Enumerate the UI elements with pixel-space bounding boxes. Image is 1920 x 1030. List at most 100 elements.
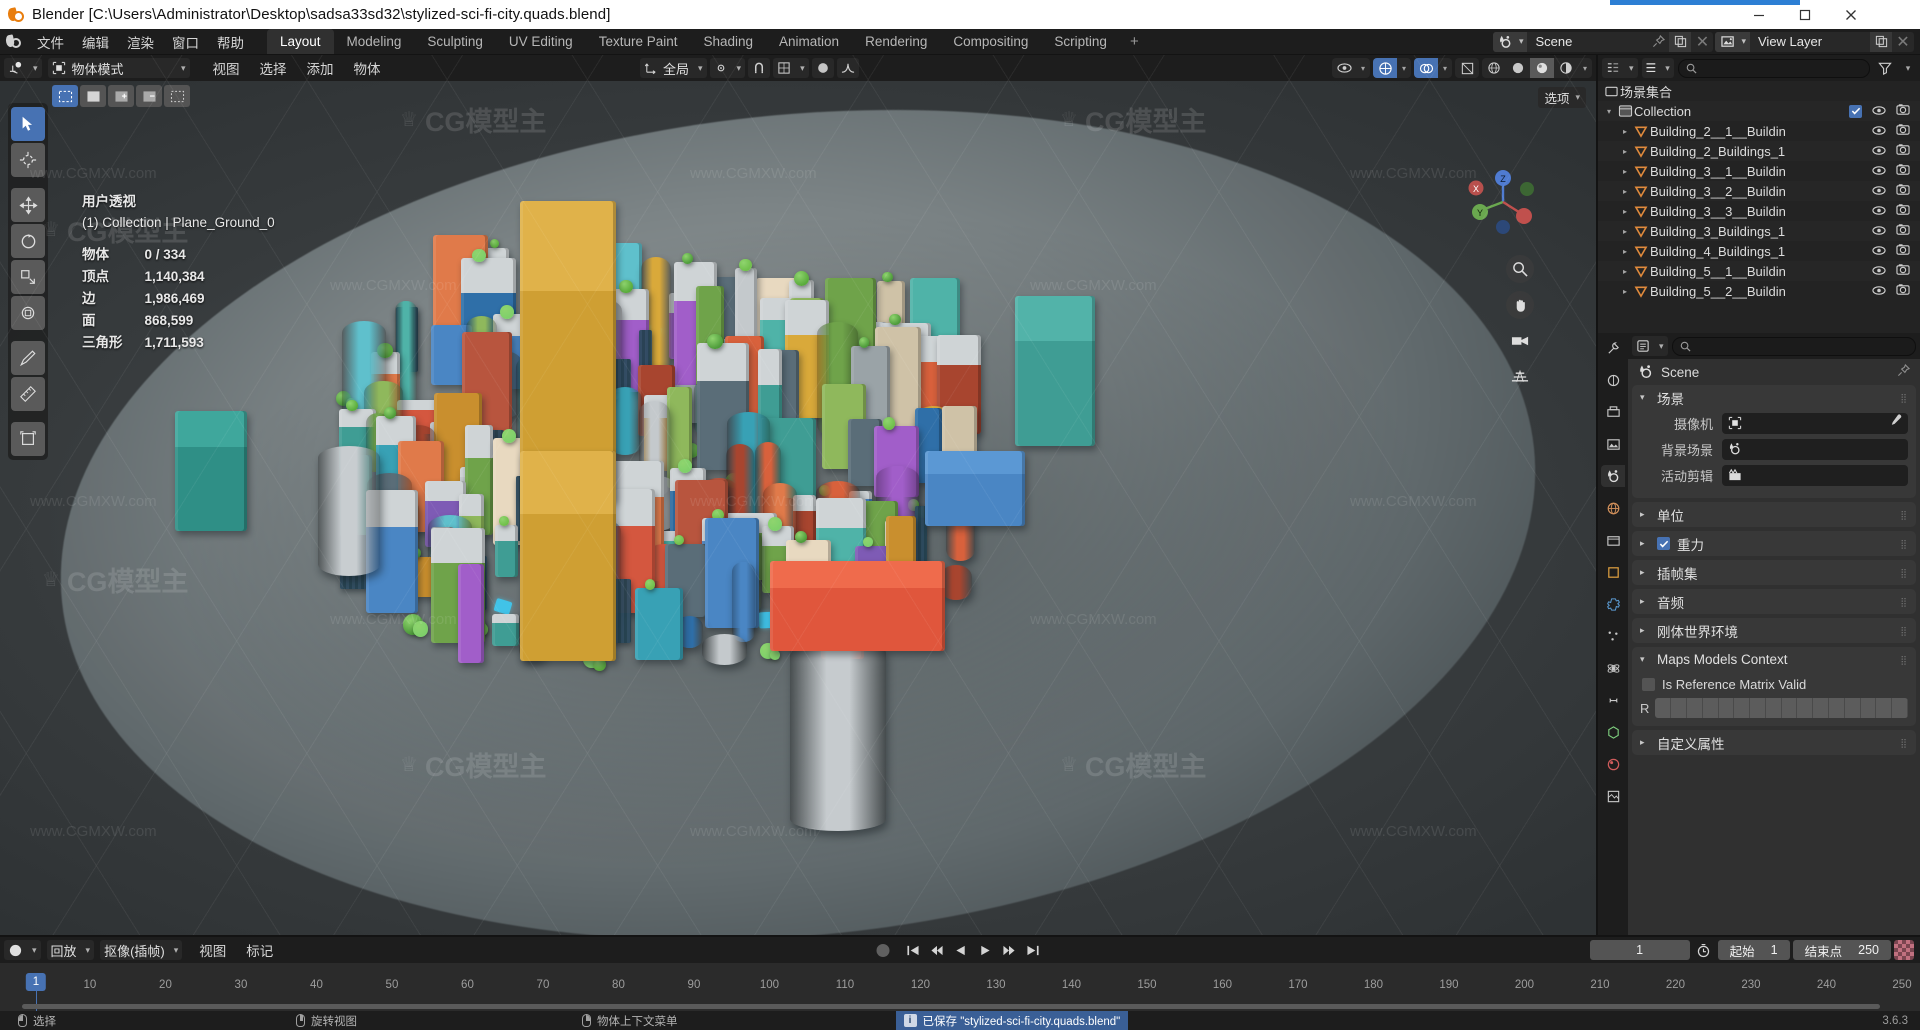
tool-measure[interactable] (11, 377, 45, 411)
frame-end-field[interactable]: 结束点 250 (1792, 940, 1891, 960)
select-tweak-icon[interactable] (80, 85, 106, 107)
scene-new-copy-icon[interactable] (1669, 31, 1692, 52)
editor-type-selector[interactable]: ▾ (4, 58, 42, 78)
camera-view-icon[interactable] (1506, 327, 1534, 355)
navigation-gizmo[interactable]: Z Y X (1464, 163, 1542, 241)
tool-select-box[interactable] (11, 107, 45, 141)
xray-toggle[interactable] (1455, 58, 1479, 78)
outliner-editor[interactable]: ▾ ☰ ▾ ▾ 场景集合 ▾ Collection ▸ Building_2__… (1598, 55, 1920, 333)
object-render-camera-icon[interactable] (1896, 283, 1910, 299)
timeline-playhead[interactable]: 1 (25, 973, 47, 991)
viewport-menu-view[interactable]: 视图 (204, 56, 249, 80)
gizmo-selector[interactable]: ▾ (1373, 58, 1411, 78)
outliner-object-row[interactable]: ▸ Building_4_Buildings_1 (1598, 241, 1920, 261)
object-visibility-eye-icon[interactable] (1872, 244, 1886, 259)
snap-pivot-selector[interactable]: ▾ (709, 58, 746, 78)
rendered-shading-icon[interactable] (1554, 58, 1578, 78)
object-disclosure-chevron-right-icon[interactable]: ▸ (1618, 267, 1632, 276)
object-visibility-eye-icon[interactable] (1872, 164, 1886, 179)
scene-pin-icon[interactable] (1647, 32, 1669, 52)
object-visibility-eye-icon[interactable] (1872, 124, 1886, 139)
object-disclosure-chevron-right-icon[interactable]: ▸ (1618, 227, 1632, 236)
object-render-camera-icon[interactable] (1896, 183, 1910, 199)
tab-texture[interactable] (1601, 785, 1625, 807)
object-visibility-eye-icon[interactable] (1872, 224, 1886, 239)
play-reverse-button[interactable] (950, 940, 972, 960)
eye-icon[interactable] (1332, 58, 1356, 78)
object-render-camera-icon[interactable] (1896, 143, 1910, 159)
gizmo-icon[interactable] (1373, 58, 1397, 78)
viewport-menu-add[interactable]: 添加 (298, 56, 343, 80)
object-visibility-eye-icon[interactable] (1872, 204, 1886, 219)
tab-animation[interactable]: Animation (766, 29, 852, 54)
tool-transform[interactable] (11, 296, 45, 330)
object-disclosure-chevron-right-icon[interactable]: ▸ (1618, 287, 1632, 296)
select-subtract-icon[interactable] (136, 85, 162, 107)
pan-hand-icon[interactable] (1506, 291, 1534, 319)
tab-tool[interactable] (1601, 337, 1625, 359)
eyedropper-icon[interactable] (1889, 414, 1902, 432)
outliner-object-row[interactable]: ▸ Building_3__2__Buildin (1598, 181, 1920, 201)
object-render-camera-icon[interactable] (1896, 223, 1910, 239)
object-render-camera-icon[interactable] (1896, 203, 1910, 219)
outliner-object-row[interactable]: ▸ Building_5__1__Buildin (1598, 261, 1920, 281)
view-layer-dropdown-chevron-down-icon[interactable]: ▾ (1741, 31, 1750, 52)
proportional-edit-toggle[interactable] (811, 58, 834, 78)
panel-scene-header[interactable]: ▾ 场景 ⣿ (1632, 385, 1916, 410)
tool-cursor[interactable] (11, 143, 45, 177)
field-background-scene[interactable]: 背景场景 (1640, 438, 1908, 460)
tab-compositing[interactable]: Compositing (940, 29, 1041, 54)
auto-keying-toggle[interactable] (876, 943, 890, 957)
scene-name[interactable]: Scene (1527, 31, 1648, 52)
tab-texture-paint[interactable]: Texture Paint (586, 29, 691, 54)
object-disclosure-chevron-right-icon[interactable]: ▸ (1618, 127, 1632, 136)
tab-uv-editing[interactable]: UV Editing (496, 29, 586, 54)
scene-selector[interactable]: ▾ Scene ✕ (1492, 31, 1714, 52)
select-extend-icon[interactable] (108, 85, 134, 107)
tool-add-cube[interactable] (11, 422, 45, 456)
outliner-filter-chevron-down-icon[interactable]: ▾ (1900, 63, 1916, 74)
tab-render[interactable] (1601, 369, 1625, 391)
proportional-falloff-selector[interactable] (836, 58, 859, 78)
gizmo-chevron-down-icon[interactable]: ▾ (1397, 64, 1411, 73)
select-box-icon[interactable] (52, 85, 78, 107)
menu-edit[interactable]: 编辑 (73, 29, 118, 54)
reference-matrix-bar[interactable] (1655, 698, 1908, 718)
outliner-object-row[interactable]: ▸ Building_3__3__Buildin (1598, 201, 1920, 221)
keying-menu[interactable]: 抠像(插帧) ▾ (100, 940, 183, 960)
viewport-menu-object[interactable]: 物体 (345, 56, 390, 80)
menu-file[interactable]: 文件 (28, 29, 73, 54)
blender-menu-icon[interactable] (0, 29, 28, 54)
object-disclosure-chevron-right-icon[interactable]: ▸ (1618, 147, 1632, 156)
viewport-menu-select[interactable]: 选择 (251, 56, 296, 80)
xray-icon[interactable] (1455, 58, 1479, 78)
panel-rigid-body-world[interactable]: ▸ 刚体世界环境 ⣿ (1632, 618, 1916, 643)
view-layer-remove-icon[interactable]: ✕ (1892, 32, 1914, 52)
previous-keyframe-button[interactable] (926, 940, 948, 960)
field-camera[interactable]: 摄像机 (1640, 412, 1908, 434)
outliner-collection-row[interactable]: ▾ Collection (1598, 101, 1920, 121)
tab-material[interactable] (1601, 753, 1625, 775)
outliner-object-row[interactable]: ▸ Building_5__2__Buildin (1598, 281, 1920, 301)
visibility-chevron-down-icon[interactable]: ▾ (1356, 64, 1370, 73)
outliner-object-row[interactable]: ▸ Building_3__1__Buildin (1598, 161, 1920, 181)
current-frame-field[interactable]: 1 (1589, 940, 1690, 960)
panel-maps-models-context[interactable]: ▾ Maps Models Context ⣿ Is Reference Mat… (1632, 647, 1916, 726)
object-disclosure-chevron-right-icon[interactable]: ▸ (1618, 247, 1632, 256)
select-invert-icon[interactable] (164, 85, 190, 107)
3d-viewport[interactable]: ▾ 物体模式 ▾ 视图 选择 添加 物体 全局 ▾ ▾ ▾ ▾ ▾ ▾ ▾ 用户… (0, 55, 1598, 935)
solid-shading-icon[interactable] (1506, 58, 1530, 78)
panel-scene[interactable]: ▾ 场景 ⣿ 摄像机 背景场景 活动剪辑 (1632, 385, 1916, 498)
menu-render[interactable]: 渲染 (118, 29, 163, 54)
playback-menu[interactable]: 回放 ▾ (46, 940, 95, 960)
next-keyframe-button[interactable] (998, 940, 1020, 960)
outliner-object-row[interactable]: ▸ Building_2_Buildings_1 (1598, 141, 1920, 161)
view-layer-new-copy-icon[interactable] (1870, 31, 1892, 52)
tab-view-layer[interactable] (1601, 433, 1625, 455)
object-render-camera-icon[interactable] (1896, 243, 1910, 259)
panel-keying-sets[interactable]: ▸ 插帧集 ⣿ (1632, 560, 1916, 585)
timeline-horizontal-scrollbar[interactable] (22, 1004, 1880, 1009)
scene-dropdown-chevron-down-icon[interactable]: ▾ (1518, 31, 1528, 52)
tab-shading[interactable]: Shading (690, 29, 766, 54)
outliner-object-row[interactable]: ▸ Building_3_Buildings_1 (1598, 221, 1920, 241)
